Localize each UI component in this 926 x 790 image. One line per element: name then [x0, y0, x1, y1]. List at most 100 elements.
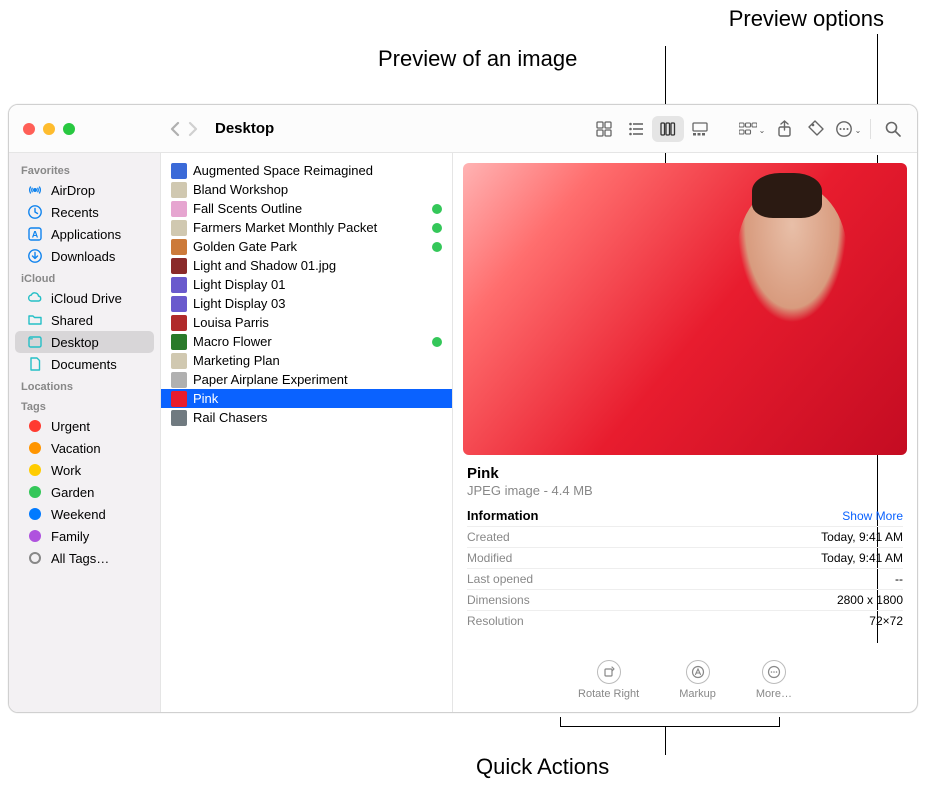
toolbar: Desktop ⌄ ⌄ — [9, 105, 917, 153]
file-column: Augmented Space Reimagined Bland Workshop… — [161, 153, 453, 712]
sidebar-header: Favorites — [9, 159, 160, 179]
downloads-icon — [27, 248, 43, 264]
file-row[interactable]: Rail Chasers — [161, 408, 452, 427]
file-name: Paper Airplane Experiment — [193, 372, 442, 387]
sidebar-item-work[interactable]: Work — [15, 459, 154, 481]
file-icon — [171, 258, 187, 274]
back-button[interactable] — [169, 121, 181, 137]
file-row[interactable]: Light and Shadow 01.jpg — [161, 256, 452, 275]
sidebar-item-airdrop[interactable]: AirDrop — [15, 179, 154, 201]
file-icon — [171, 315, 187, 331]
share-button[interactable] — [768, 116, 800, 142]
sidebar-item-label: Desktop — [51, 335, 99, 350]
gallery-view[interactable] — [684, 116, 716, 142]
column-view[interactable] — [652, 116, 684, 142]
quick-action-rotate[interactable]: Rotate Right — [578, 660, 639, 700]
tags-button[interactable] — [800, 116, 832, 142]
sidebar-item-urgent[interactable]: Urgent — [15, 415, 154, 437]
quick-action-label: Rotate Right — [578, 688, 639, 700]
show-more-link[interactable]: Show More — [842, 509, 903, 523]
file-name: Bland Workshop — [193, 182, 442, 197]
forward-button[interactable] — [187, 121, 199, 137]
file-row[interactable]: Louisa Parris — [161, 313, 452, 332]
sidebar-header: iCloud — [9, 267, 160, 287]
file-row[interactable]: Bland Workshop — [161, 180, 452, 199]
window-controls — [9, 123, 161, 135]
file-name: Augmented Space Reimagined — [193, 163, 442, 178]
sidebar-item-shared[interactable]: Shared — [15, 309, 154, 331]
maximize-button[interactable] — [63, 123, 75, 135]
tag-icon — [27, 440, 43, 456]
quick-action-label: More… — [756, 688, 792, 700]
sidebar-item-label: Garden — [51, 485, 94, 500]
sidebar-item-label: AirDrop — [51, 183, 95, 198]
sidebar-header: Tags — [9, 395, 160, 415]
quick-action-more[interactable]: More… — [756, 660, 792, 700]
quick-action-markup[interactable]: Markup — [679, 660, 716, 700]
airdrop-icon — [27, 182, 43, 198]
info-key: Dimensions — [467, 593, 530, 607]
sidebar-item-applications[interactable]: AApplications — [15, 223, 154, 245]
shared-icon — [27, 312, 43, 328]
info-key: Created — [467, 530, 510, 544]
sidebar-item-icloud-drive[interactable]: iCloud Drive — [15, 287, 154, 309]
file-row[interactable]: Farmers Market Monthly Packet — [161, 218, 452, 237]
tag-icon — [27, 506, 43, 522]
info-key: Resolution — [467, 614, 524, 628]
minimize-button[interactable] — [43, 123, 55, 135]
file-row[interactable]: Fall Scents Outline — [161, 199, 452, 218]
file-row[interactable]: Marketing Plan — [161, 351, 452, 370]
sidebar-item-recents[interactable]: Recents — [15, 201, 154, 223]
sidebar-item-vacation[interactable]: Vacation — [15, 437, 154, 459]
file-name: Farmers Market Monthly Packet — [193, 220, 426, 235]
info-row: Last opened-- — [467, 568, 903, 589]
close-button[interactable] — [23, 123, 35, 135]
sidebar: Favorites AirDrop RecentsAApplicationsDown… — [9, 153, 161, 712]
file-row[interactable]: Light Display 01 — [161, 275, 452, 294]
location-title: Desktop — [215, 120, 274, 137]
callout-bracket — [560, 717, 780, 727]
actions-button[interactable]: ⌄ — [832, 116, 864, 142]
file-name: Pink — [193, 391, 442, 406]
sidebar-item-downloads[interactable]: Downloads — [15, 245, 154, 267]
sidebar-item-weekend[interactable]: Weekend — [15, 503, 154, 525]
quick-actions: Rotate Right Markup More… — [463, 646, 907, 712]
file-row[interactable]: Paper Airplane Experiment — [161, 370, 452, 389]
sidebar-item-family[interactable]: Family — [15, 525, 154, 547]
callout-line — [877, 34, 878, 104]
group-button[interactable]: ⌄ — [736, 116, 768, 142]
tag-icon — [27, 484, 43, 500]
info-value: 72×72 — [869, 614, 903, 628]
callout-quick-actions: Quick Actions — [476, 754, 609, 780]
file-icon — [171, 163, 187, 179]
info-key: Modified — [467, 551, 512, 565]
rotate-icon — [597, 660, 621, 684]
file-icon — [171, 239, 187, 255]
markup-icon — [686, 660, 710, 684]
file-tag-dot — [432, 242, 442, 252]
info-row: Dimensions2800 x 1800 — [467, 589, 903, 610]
recents-icon — [27, 204, 43, 220]
file-name: Light and Shadow 01.jpg — [193, 258, 442, 273]
search-button[interactable] — [877, 116, 909, 142]
sidebar-item-label: Weekend — [51, 507, 106, 522]
view-switcher — [588, 116, 716, 142]
file-name: Rail Chasers — [193, 410, 442, 425]
sidebar-item-label: Shared — [51, 313, 93, 328]
sidebar-item-garden[interactable]: Garden — [15, 481, 154, 503]
list-view[interactable] — [620, 116, 652, 142]
file-row[interactable]: Golden Gate Park — [161, 237, 452, 256]
icon-view[interactable] — [588, 116, 620, 142]
quick-action-label: Markup — [679, 688, 716, 700]
file-icon — [171, 201, 187, 217]
info-value: -- — [895, 572, 903, 586]
sidebar-item-desktop[interactable]: Desktop — [15, 331, 154, 353]
file-row[interactable]: Light Display 03 — [161, 294, 452, 313]
sidebar-item-documents[interactable]: Documents — [15, 353, 154, 375]
tag-icon — [27, 462, 43, 478]
sidebar-item-all-tags-[interactable]: All Tags… — [15, 547, 154, 569]
file-row[interactable]: Pink — [161, 389, 452, 408]
info-value: Today, 9:41 AM — [821, 530, 903, 544]
file-row[interactable]: Augmented Space Reimagined — [161, 161, 452, 180]
file-row[interactable]: Macro Flower — [161, 332, 452, 351]
